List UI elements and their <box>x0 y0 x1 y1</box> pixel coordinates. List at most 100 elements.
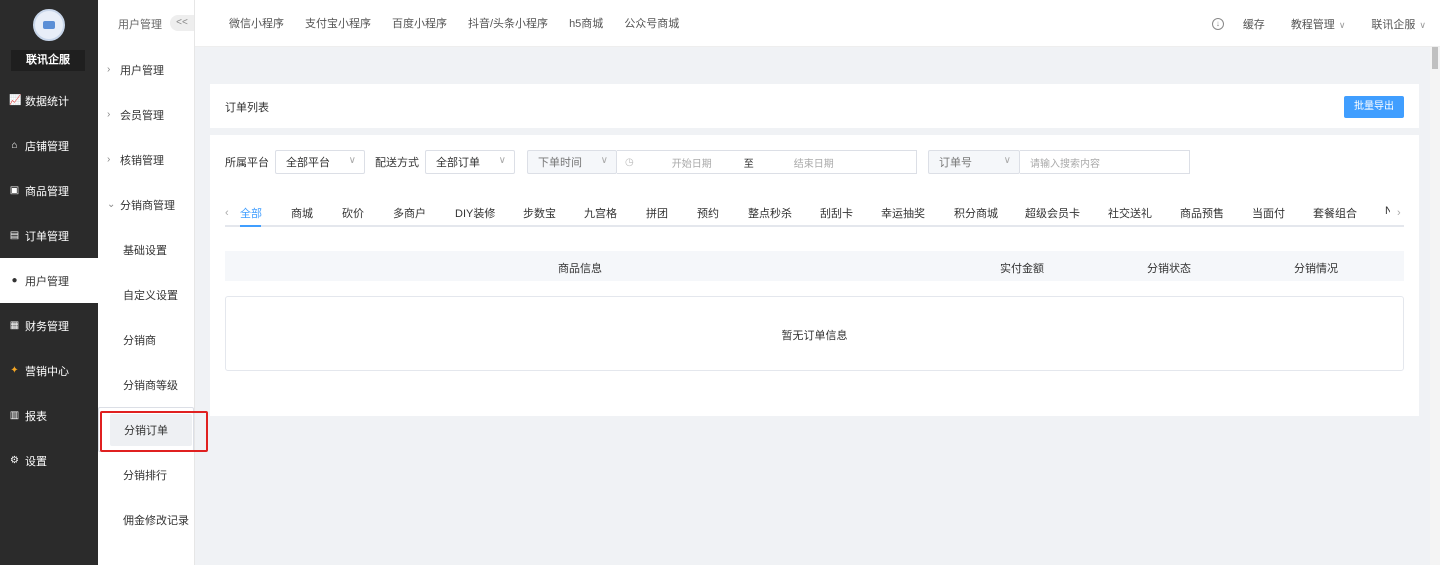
tab-grid[interactable]: 九宫格 <box>584 205 617 221</box>
category-tabs: ‹ 全部 商城 砍价 多商户 DIY装修 步数宝 九宫格 拼团 预约 整点秒杀 … <box>225 205 1404 227</box>
platform-select[interactable]: 全部平台 ∨ <box>275 150 365 174</box>
chevron-left-icon[interactable]: ‹ <box>225 207 229 219</box>
report-icon: ▥ <box>9 410 20 421</box>
tab-wechat-miniapp[interactable]: 微信小程序 <box>229 15 284 31</box>
tab-h5-mall[interactable]: h5商城 <box>569 15 603 31</box>
user-icon: ● <box>11 275 18 286</box>
col-distribution-detail: 分销情况 <box>1294 263 1338 275</box>
tab-alipay-miniapp[interactable]: 支付宝小程序 <box>305 15 371 31</box>
tab-more[interactable]: N <box>1385 205 1390 217</box>
subnav-group-users[interactable]: › 用户管理 <box>98 47 194 92</box>
time-type-select[interactable]: 下单时间 ∨ <box>527 150 617 174</box>
batch-export-button[interactable]: 批量导出 <box>1344 96 1404 118</box>
active-tab-indicator <box>240 225 261 227</box>
sidebar-item-marketing[interactable]: ✦ 营销中心 <box>0 348 98 393</box>
tutorial-menu[interactable]: 教程管理 ∨ <box>1291 16 1346 32</box>
sidebar-item-store[interactable]: ⌂ 店铺管理 <box>0 123 98 168</box>
chevron-right-icon[interactable]: › <box>1397 207 1401 219</box>
tab-face-pay[interactable]: 当面付 <box>1252 205 1285 221</box>
subnav-item-custom-settings[interactable]: 自定义设置 <box>98 272 194 317</box>
col-distribution-status: 分销状态 <box>1147 263 1191 275</box>
chevron-right-icon: › <box>107 109 111 120</box>
subnav-item-distribution-ranking[interactable]: 分销排行 <box>98 452 194 497</box>
sidebar-item-finance[interactable]: ▦ 财务管理 <box>0 303 98 348</box>
col-paid-amount: 实付金额 <box>1000 263 1044 275</box>
chevron-right-icon: › <box>107 64 111 75</box>
subnav-title: 用户管理 <box>118 18 162 31</box>
sub-sidebar: 用户管理 << › 用户管理 › 会员管理 › 核销管理 ⌄ 分销商管理 基础设置 自定… <box>98 0 195 565</box>
tab-booking[interactable]: 预约 <box>697 205 719 221</box>
filter-bar: 所属平台 全部平台 ∨ 配送方式 全部订单 ∨ 下单时间 ∨ ◷ 开始日期 至 结束日… <box>225 150 1190 174</box>
search-type-select[interactable]: 订单号 ∨ <box>928 150 1020 174</box>
tab-points-mall[interactable]: 积分商城 <box>954 205 998 221</box>
chart-icon: 📈 <box>9 95 22 106</box>
tab-presale[interactable]: 商品预售 <box>1180 205 1224 221</box>
chevron-down-icon: ∨ <box>348 155 356 166</box>
chevron-right-icon: › <box>107 154 111 165</box>
subnav-item-distribution-orders[interactable]: 分销订单 <box>98 407 194 452</box>
order-list-header: 订单列表 批量导出 <box>210 84 1419 128</box>
tab-all[interactable]: 全部 <box>240 205 262 221</box>
top-right-actions: ↓ 缓存 教程管理 ∨ 联讯企服 ∨ <box>1211 0 1440 47</box>
top-nav: 微信小程序 支付宝小程序 百度小程序 抖音/头条小程序 h5商城 公众号商城 ↓… <box>195 0 1440 47</box>
page-title: 订单列表 <box>225 102 269 114</box>
tab-super-card[interactable]: 超级会员卡 <box>1025 205 1080 221</box>
tab-mall[interactable]: 商城 <box>291 205 313 221</box>
brand-name: 联讯企服 <box>11 50 85 71</box>
start-date-input[interactable]: 开始日期 <box>672 155 712 170</box>
store-icon: ⌂ <box>11 140 18 151</box>
sidebar-item-report[interactable]: ▥ 报表 <box>0 393 98 438</box>
search-input[interactable]: 请输入搜索内容 <box>1020 150 1190 174</box>
marketing-icon: ✦ <box>10 365 19 376</box>
subnav-group-distributor[interactable]: ⌄ 分销商管理 <box>98 182 194 227</box>
collapse-button[interactable]: << <box>170 15 194 31</box>
scrollbar[interactable] <box>1430 47 1440 565</box>
tab-bargain[interactable]: 砍价 <box>342 205 364 221</box>
date-range-picker[interactable]: ◷ 开始日期 至 结束日期 <box>617 150 917 174</box>
subnav-item-commission-log[interactable]: 佣金修改记录 <box>98 497 194 542</box>
tab-social-gift[interactable]: 社交送礼 <box>1108 205 1152 221</box>
sidebar-item-stats[interactable]: 📈 数据统计 <box>0 78 98 123</box>
platform-label: 所属平台 <box>225 157 269 169</box>
finance-icon: ▦ <box>9 320 20 331</box>
tab-diy[interactable]: DIY装修 <box>455 205 495 221</box>
col-goods-info: 商品信息 <box>558 263 602 275</box>
tab-flash-sale[interactable]: 整点秒杀 <box>748 205 792 221</box>
chevron-down-icon: ∨ <box>1419 19 1426 30</box>
download-icon[interactable]: ↓ <box>1211 17 1224 30</box>
tab-baidu-miniapp[interactable]: 百度小程序 <box>392 15 447 31</box>
range-separator: 至 <box>743 158 754 170</box>
logo-icon[interactable] <box>33 9 65 41</box>
sidebar-item-settings[interactable]: ⚙ 设置 <box>0 438 98 483</box>
sidebar-item-users[interactable]: ● 用户管理 <box>0 258 98 303</box>
cache-link[interactable]: 缓存 <box>1243 16 1265 32</box>
table-header: 商品信息 实付金额 分销状态 分销情况 <box>225 251 1404 281</box>
subnav-group-verify[interactable]: › 核销管理 <box>98 137 194 182</box>
chevron-down-icon: ∨ <box>600 155 608 166</box>
tab-scratch-card[interactable]: 刮刮卡 <box>820 205 853 221</box>
sidebar-item-orders[interactable]: ▤ 订单管理 <box>0 213 98 258</box>
scrollbar-thumb[interactable] <box>1432 47 1438 69</box>
tab-combo[interactable]: 套餐组合 <box>1313 205 1357 221</box>
empty-message: 暂无订单信息 <box>781 330 848 342</box>
subnav-group-members[interactable]: › 会员管理 <box>98 92 194 137</box>
delivery-select[interactable]: 全部订单 ∨ <box>425 150 515 174</box>
chevron-down-icon: ∨ <box>1003 155 1011 166</box>
tab-multi-merchant[interactable]: 多商户 <box>393 205 426 221</box>
end-date-input[interactable]: 结束日期 <box>794 155 834 170</box>
tab-steps[interactable]: 步数宝 <box>523 205 556 221</box>
subnav-item-distributors[interactable]: 分销商 <box>98 317 194 362</box>
tab-official-account-mall[interactable]: 公众号商城 <box>624 15 679 31</box>
subnav-item-basic-settings[interactable]: 基础设置 <box>98 227 194 272</box>
tab-group-buy[interactable]: 拼团 <box>646 205 668 221</box>
subnav-header: 用户管理 << <box>98 0 194 47</box>
tab-lucky-draw[interactable]: 幸运抽奖 <box>881 205 925 221</box>
order-list-panel: 所属平台 全部平台 ∨ 配送方式 全部订单 ∨ 下单时间 ∨ ◷ 开始日期 至 结束日… <box>210 135 1419 416</box>
subnav-item-distributor-levels[interactable]: 分销商等级 <box>98 362 194 407</box>
tab-douyin-miniapp[interactable]: 抖音/头条小程序 <box>468 15 548 31</box>
goods-icon: ▣ <box>9 185 20 196</box>
main-sidebar: 联讯企服 📈 数据统计 ⌂ 店铺管理 ▣ 商品管理 ▤ 订单管理 ● 用户管理 ▦ 财务管理… <box>0 0 98 565</box>
account-menu[interactable]: 联讯企服 ∨ <box>1371 16 1426 32</box>
sidebar-item-goods[interactable]: ▣ 商品管理 <box>0 168 98 213</box>
empty-state: 暂无订单信息 <box>225 296 1404 371</box>
